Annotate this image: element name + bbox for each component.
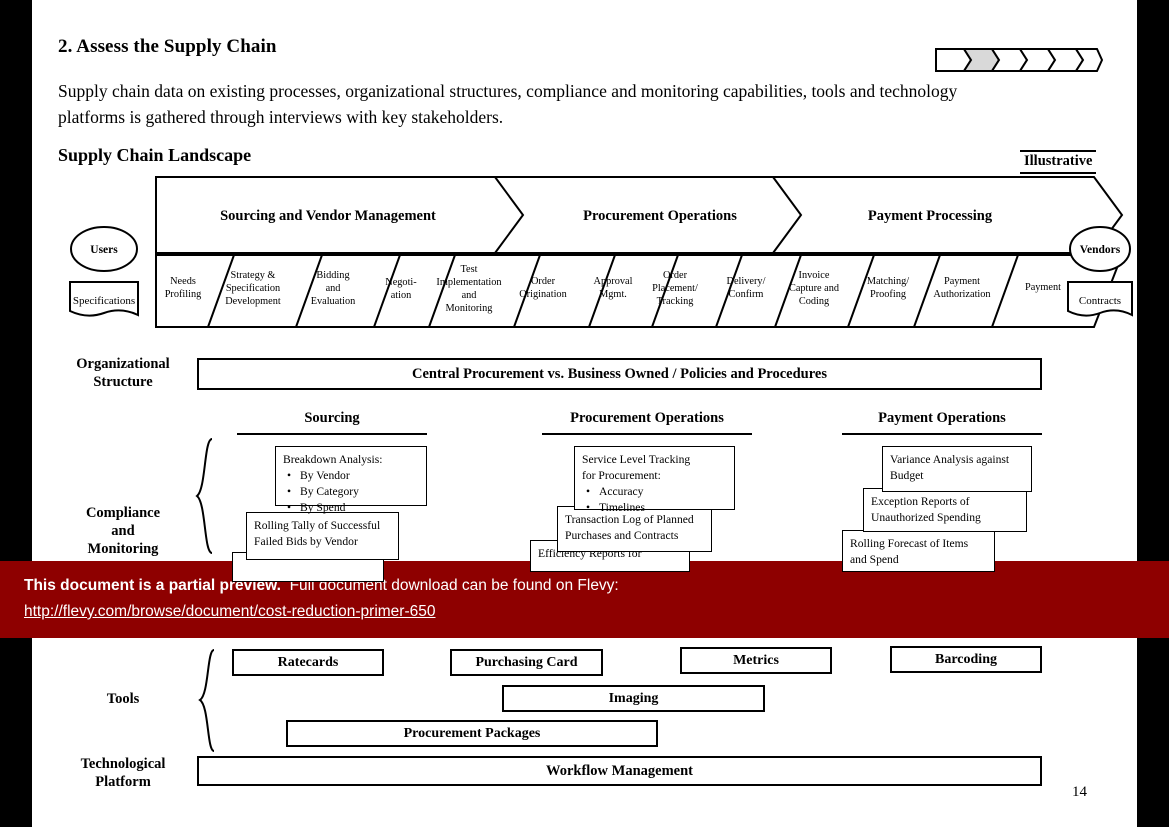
slide-screenshot: 2. Assess the Supply Chain Supply chain …	[0, 0, 1169, 827]
chain-step-label: Payment Authorization	[933, 276, 990, 300]
chain-step-label: Delivery/Confirm	[727, 276, 766, 300]
users-node-label: Users	[90, 244, 118, 256]
tool-item-imaging: Imaging	[502, 685, 765, 712]
slide-page: 2. Assess the Supply Chain Supply chain …	[32, 0, 1137, 827]
chain-band-label-3: Payment Processing	[868, 208, 993, 224]
page-number: 14	[1072, 784, 1087, 800]
chain-step-label: Strategy & Specification Development	[225, 270, 281, 307]
page-title: 2. Assess the Supply Chain	[58, 36, 277, 57]
chain-step-label: Order Origination	[519, 276, 566, 300]
chain-step-label: Needs Profiling	[165, 276, 202, 300]
vendors-node-label: Vendors	[1080, 244, 1121, 256]
compliance-box-title: Service Level Tracking for Procurement:	[582, 453, 691, 482]
chain-step-label: Order Placement/Tracking	[652, 270, 698, 307]
chain-step-label: Bidding and Evaluation	[311, 270, 356, 307]
slide-intro-text: Supply chain data on existing processes,…	[58, 81, 958, 127]
compliance-box: Rolling Forecast of Items and Spend	[842, 530, 995, 572]
compliance-col-rule	[542, 433, 752, 435]
chain-band-label-2: Procurement Operations	[583, 208, 737, 224]
preview-banner: This document is a partial preview. Full…	[0, 561, 1169, 638]
org-structure-bar: Central Procurement vs. Business Owned /…	[197, 358, 1042, 390]
compliance-brace	[194, 437, 216, 555]
compliance-col-heading-procurement: Procurement Operations	[570, 410, 724, 426]
chain-step-divider	[991, 254, 1019, 328]
compliance-col-heading-payment: Payment Operations	[878, 410, 1006, 426]
specifications-doc-label: Specifications	[73, 295, 135, 307]
compliance-box: Breakdown Analysis: By Vendor By Categor…	[275, 446, 427, 516]
chain-step-label: Payment	[1025, 282, 1061, 293]
chain-step-label: Negoti-ation	[385, 277, 417, 301]
supply-chain-diagram: Sourcing and Vendor Management Procureme…	[48, 175, 1138, 345]
tools-brace	[198, 648, 218, 753]
org-structure-row-label: Organizational Structure	[76, 356, 170, 390]
chain-step-label: Approval Mgmt.	[594, 276, 633, 300]
preview-banner-url[interactable]: http://flevy.com/browse/document/cost-re…	[24, 603, 436, 621]
progress-chevron-strip	[934, 47, 1104, 73]
chain-step-divider	[295, 254, 323, 328]
chain-step-label: Matching/Proofing	[867, 276, 909, 300]
chain-step-label: Test Implementation and Monitoring	[436, 264, 501, 314]
tool-item-ratecards: Ratecards	[232, 649, 384, 676]
section-title: Supply Chain Landscape	[58, 145, 252, 165]
chain-step-divider	[428, 254, 456, 328]
tech-platform-row-label: Technological Platform	[80, 756, 166, 790]
compliance-col-heading-sourcing: Sourcing	[304, 410, 360, 426]
compliance-col-rule	[842, 433, 1042, 435]
compliance-box-bullets: Accuracy Timelines	[582, 484, 727, 516]
chain-step-label: Invoice Capture and Coding	[789, 270, 840, 307]
compliance-box-bullets: By Vendor By Category By Spend	[283, 468, 419, 516]
chain-band-divider-2	[772, 176, 803, 254]
compliance-col-rule	[237, 433, 427, 435]
illustrative-tag: Illustrative	[1020, 150, 1097, 174]
compliance-box: Service Level Tracking for Procurement: …	[574, 446, 735, 516]
compliance-box: Rolling Tally of Successful Failed Bids …	[246, 512, 399, 560]
tool-item-procurement-packages: Procurement Packages	[286, 720, 658, 747]
compliance-box: Variance Analysis against Budget	[882, 446, 1032, 492]
tech-platform-bar: Workflow Management	[197, 756, 1042, 786]
compliance-row-label: Compliance and Monitoring	[85, 505, 161, 557]
compliance-box: Exception Reports of Unauthorized Spendi…	[863, 488, 1027, 532]
chain-band-label-1: Sourcing and Vendor Management	[220, 208, 436, 224]
compliance-box-title: Breakdown Analysis:	[283, 453, 383, 466]
tool-item-metrics: Metrics	[680, 647, 832, 674]
tool-item-purchasing-card: Purchasing Card	[450, 649, 603, 676]
tools-row-label: Tools	[106, 691, 140, 707]
contracts-doc-label: Contracts	[1079, 295, 1121, 307]
tool-item-barcoding: Barcoding	[890, 646, 1042, 673]
chain-band-divider-1	[494, 176, 525, 254]
